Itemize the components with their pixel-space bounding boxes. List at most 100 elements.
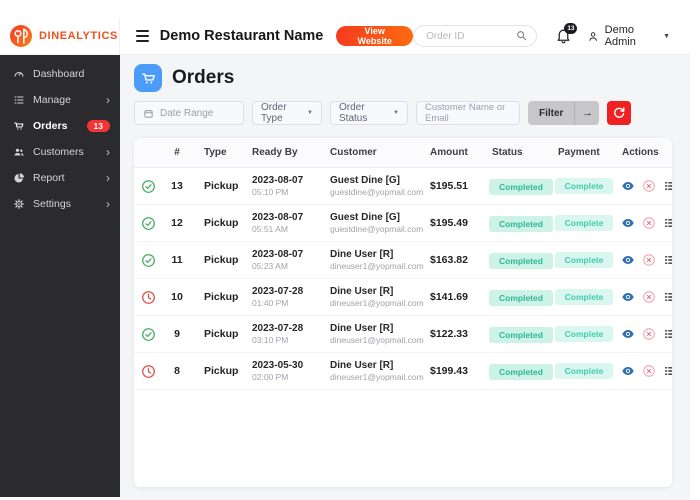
cancel-order-button[interactable] (642, 290, 656, 304)
view-order-button[interactable] (621, 364, 635, 378)
notifications-button[interactable]: 13 (555, 23, 578, 45)
view-order-button[interactable] (621, 290, 635, 304)
order-details-button[interactable] (663, 364, 672, 378)
customer-search-input[interactable]: Customer Name or Email (416, 101, 520, 125)
customer-name: Dine User [R] (330, 323, 394, 334)
sidebar-item-customers[interactable]: Customers › (0, 139, 120, 165)
cancel-order-button[interactable] (642, 364, 656, 378)
order-details-button[interactable] (663, 216, 672, 230)
calendar-icon (144, 109, 153, 118)
status-cell: Completed (488, 362, 553, 381)
date-range-placeholder: Date Range (160, 107, 214, 119)
order-number: 10 (171, 291, 183, 303)
view-order-button[interactable] (621, 253, 635, 267)
sidebar-item-report[interactable]: Report › (0, 165, 120, 191)
search-icon[interactable] (515, 29, 528, 42)
table-row: 8 Pickup 2023-05-30 02:00 PM Dine User [R] di… (134, 353, 672, 390)
user-menu[interactable]: Demo Admin ▼ (587, 24, 670, 48)
main-content: Orders Date Range Order Type ▼ Order Sta… (120, 55, 690, 500)
sidebar-item-manage[interactable]: Manage › (0, 87, 120, 113)
customer-name: Dine User [R] (330, 286, 394, 297)
payment-badge: Complete (554, 362, 614, 380)
ready-by: 2023-05-30 02:00 PM (248, 360, 326, 382)
brand-name: DINEALYTICS (39, 30, 118, 42)
manage-icon (13, 94, 25, 106)
date-range-input[interactable]: Date Range (134, 101, 244, 125)
cancel-order-button[interactable] (642, 216, 656, 230)
restaurant-name: Demo Restaurant Name (159, 28, 324, 44)
sidebar-item-label: Dashboard (33, 68, 85, 80)
brand-logo-icon (9, 24, 33, 48)
chevron-right-icon: › (106, 145, 110, 159)
order-type: Pickup (204, 217, 239, 229)
ready-date: 2023-08-07 (252, 212, 304, 223)
customer-email: dineuser1@yopmail.com (330, 298, 424, 308)
column-header: Ready By (252, 147, 298, 158)
cancel-order-button[interactable] (642, 179, 656, 193)
column-header: Amount (430, 147, 468, 158)
status-cell: Completed (488, 325, 553, 344)
dashboard-icon (13, 68, 25, 80)
order-search (413, 25, 538, 47)
ready-by: 2023-08-07 05:10 PM (248, 175, 326, 197)
sidebar-item-orders[interactable]: Orders 13 (0, 113, 120, 139)
sidebar-item-label: Settings (33, 198, 71, 210)
actions-cell (616, 364, 672, 378)
view-website-button[interactable]: View Website (336, 26, 414, 46)
ready-date: 2023-08-07 (252, 249, 304, 260)
order-details-button[interactable] (663, 179, 672, 193)
check-circle-icon (134, 179, 162, 194)
payment-cell: Complete (552, 362, 616, 380)
payment-badge: Complete (554, 177, 614, 195)
sidebar-item-settings[interactable]: Settings › (0, 191, 120, 217)
ready-by: 2023-08-07 05:23 AM (248, 249, 326, 271)
chevron-down-icon: ▼ (307, 110, 313, 116)
ready-time: 05:23 AM (252, 261, 288, 271)
order-status-select[interactable]: Order Status ▼ (330, 101, 408, 125)
chevron-right-icon: › (106, 171, 110, 185)
customer-cell: Dine User [R] dineuser1@yopmail.com (326, 249, 430, 271)
ready-time: 05:51 AM (252, 224, 288, 234)
status-badge: Completed (489, 178, 553, 196)
ready-time: 02:00 PM (252, 372, 289, 382)
order-details-button[interactable] (663, 327, 672, 341)
order-details-button[interactable] (663, 290, 672, 304)
column-header: Actions (622, 147, 659, 158)
ready-time: 03:10 PM (252, 335, 289, 345)
sidebar-item-dashboard[interactable]: Dashboard (0, 61, 120, 87)
actions-cell (616, 327, 672, 341)
status-badge: Completed (489, 363, 553, 381)
column-header: Status (492, 147, 523, 158)
refresh-button[interactable] (607, 101, 632, 125)
customer-cell: Dine User [R] dineuser1@yopmail.com (326, 323, 430, 345)
order-type: Pickup (204, 254, 239, 266)
customer-email: dineuser1@yopmail.com (330, 335, 424, 345)
topbar: Demo Restaurant Name View Website 13 Dem… (120, 18, 690, 55)
order-details-button[interactable] (663, 253, 672, 267)
page-header: Orders (120, 55, 690, 99)
order-amount: $195.51 (430, 180, 468, 192)
payment-badge: Complete (554, 288, 614, 306)
filter-button[interactable]: Filter (528, 101, 574, 125)
view-order-button[interactable] (621, 179, 635, 193)
sidebar: Dashboard Manage › Orders 13 Customers › Report… (0, 55, 120, 497)
order-type-select[interactable]: Order Type ▼ (252, 101, 322, 125)
cancel-order-button[interactable] (642, 253, 656, 267)
customer-email: dineuser1@yopmail.com (330, 372, 424, 382)
orders-page-icon (134, 64, 162, 92)
filter-bar: Date Range Order Type ▼ Order Status ▼ C… (120, 99, 690, 125)
sidebar-item-label: Customers (33, 146, 84, 158)
ready-by: 2023-07-28 03:10 PM (248, 323, 326, 345)
view-order-button[interactable] (621, 327, 635, 341)
chevron-right-icon: › (106, 93, 110, 107)
order-number: 8 (174, 365, 180, 377)
cancel-order-button[interactable] (642, 327, 656, 341)
status-cell: Completed (488, 251, 553, 270)
payment-cell: Complete (552, 325, 616, 343)
filter-submit-arrow-button[interactable]: → (574, 101, 599, 125)
order-amount: $141.69 (430, 291, 468, 303)
order-type: Pickup (204, 328, 239, 340)
menu-toggle-icon[interactable] (136, 30, 149, 42)
ready-by: 2023-07-28 01:40 PM (248, 286, 326, 308)
view-order-button[interactable] (621, 216, 635, 230)
